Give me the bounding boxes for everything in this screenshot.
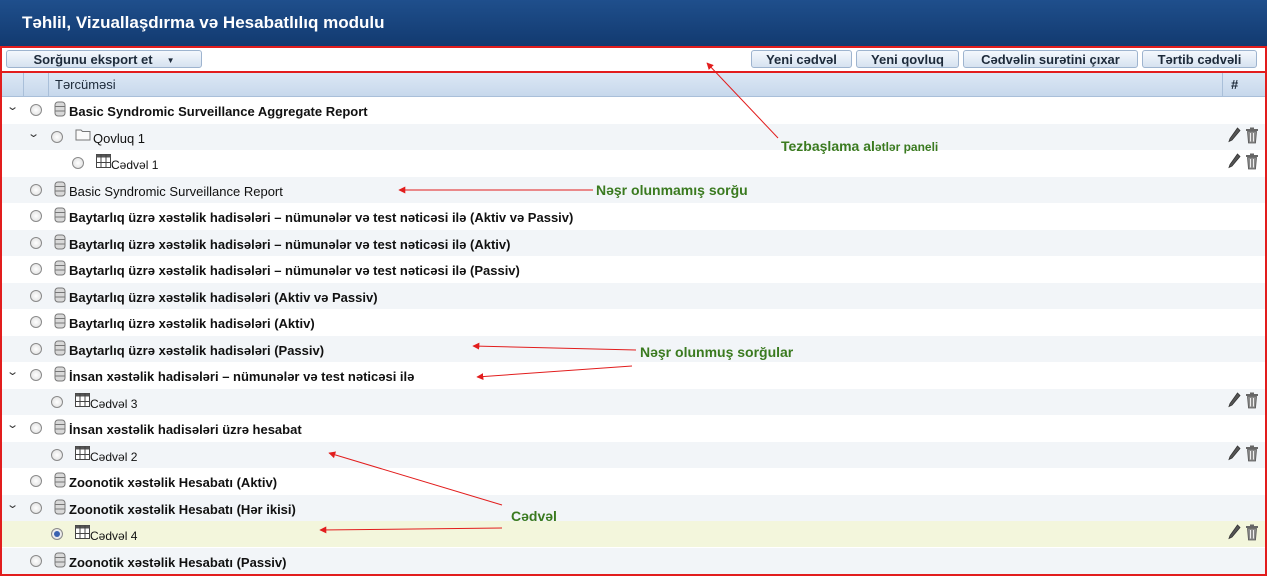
annotation-arrows <box>319 62 779 534</box>
annotation-toolbar-panel: Tezbaşlama alətlər paneli <box>781 138 939 154</box>
arrow-table-1 <box>328 451 503 506</box>
arrow-table-2 <box>319 526 503 534</box>
annotation-unpublished-query: Nəşr olunmamış sorğu <box>596 182 748 198</box>
annotation-published-queries: Nəşr olunmuş sorğular <box>640 344 794 360</box>
annotation-table: Cədvəl <box>511 508 557 524</box>
arrow-published-2 <box>476 365 633 381</box>
arrow-toolbar <box>706 62 779 139</box>
arrow-published-1 <box>472 342 637 351</box>
